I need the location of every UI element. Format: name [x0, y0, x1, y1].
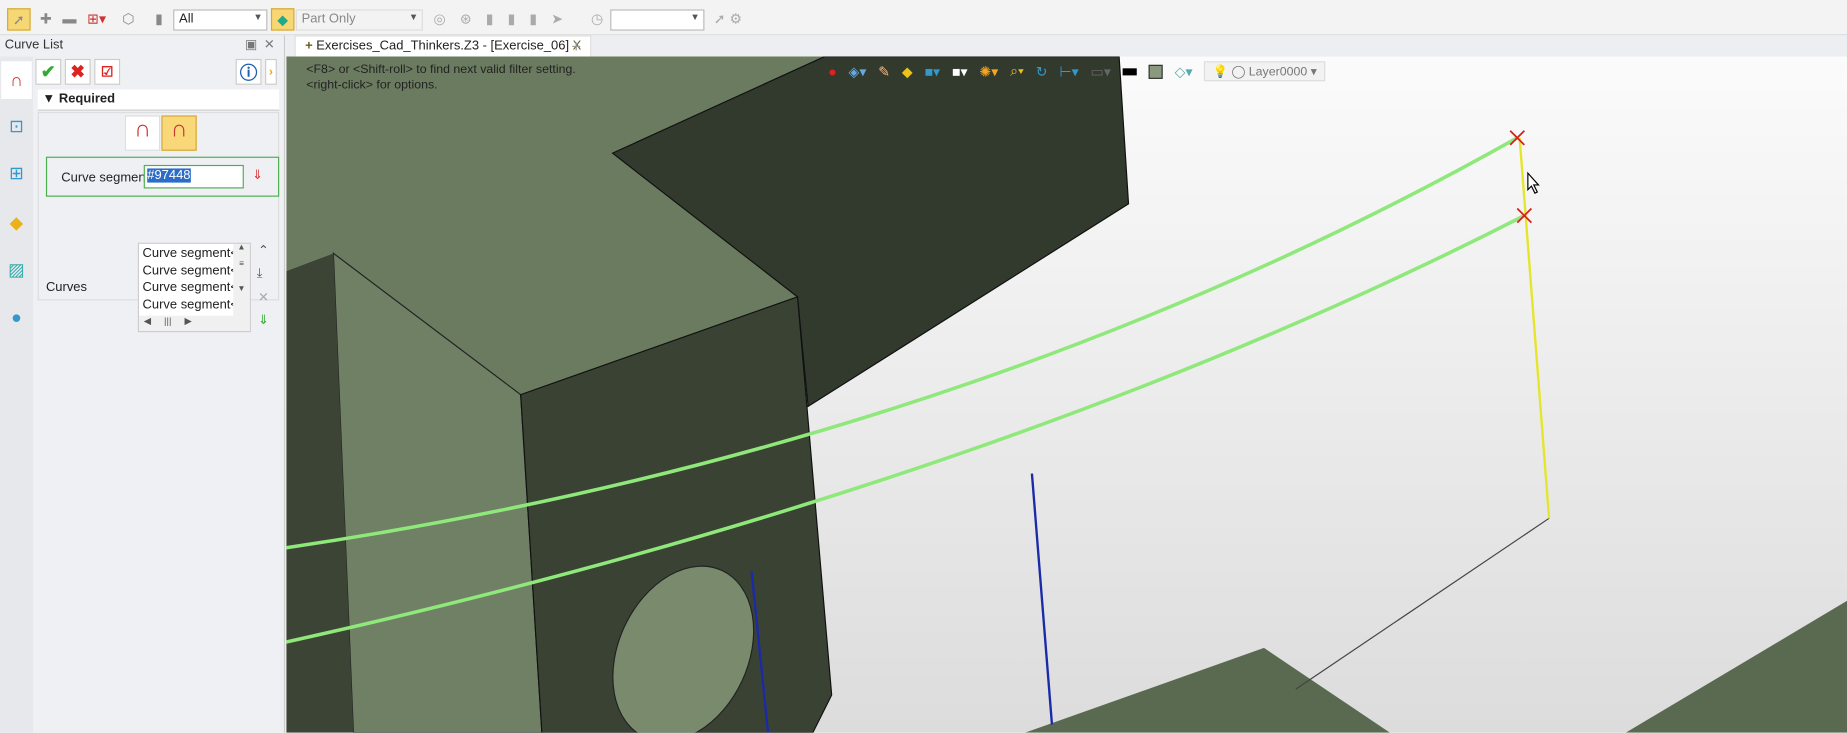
curve-segment-label: Curve segment: [61, 170, 150, 185]
ok-button[interactable]: ✔: [35, 58, 62, 85]
layer-stack-icon[interactable]: ◇▾: [1175, 63, 1193, 79]
pick-icon[interactable]: ⇓: [252, 167, 263, 182]
list-item[interactable]: Curve segment<0: [143, 245, 234, 262]
layer-value: Layer0000: [1248, 64, 1308, 79]
cancel-button[interactable]: ✖: [64, 58, 91, 85]
part-icon[interactable]: ◆: [4, 210, 30, 236]
curves-label: Curves: [45, 280, 87, 295]
required-section-header[interactable]: ▼ Required: [37, 89, 280, 111]
line-color-icon[interactable]: [1122, 67, 1137, 75]
pin-icon[interactable]: ▣: [245, 37, 257, 52]
top-toolbar: ➚ ✚ ▬ ⊞▾ ⬡ ▮ All ▼ ◆ Part Only ▼ ◎ ⊛ ▮ ▮ ▮ ➤ ◷ …: [0, 0, 1847, 36]
curve-segment-input[interactable]: #97448: [143, 164, 244, 189]
curve-list-panel: Curve List ▣ ✕ ∩ ⊡ ⊞ ◆ ▨ ● ✔ ✖ ☑ ⓘ › ▼ R…: [0, 35, 286, 733]
panel-title: Curve List: [4, 37, 64, 52]
display-icon[interactable]: ▭▾: [1091, 63, 1111, 79]
download-icon[interactable]: ⇓: [258, 312, 269, 327]
info-button[interactable]: ⓘ: [235, 58, 262, 85]
move-up-icon[interactable]: ⌃: [258, 243, 269, 258]
filter-select[interactable]: All ▼: [173, 9, 268, 31]
scope-value: Part Only: [301, 11, 356, 26]
add-icon[interactable]: ✚: [38, 9, 54, 28]
cube-icon[interactable]: ■▾: [952, 63, 968, 79]
close-panel-icon[interactable]: ✕: [264, 37, 275, 52]
sphere-icon[interactable]: ✺▾: [979, 63, 998, 79]
pick-filter-icon[interactable]: ⊞▾: [85, 9, 109, 28]
curves-list[interactable]: Curve segment<0 Curve segment<1 Curve se…: [137, 242, 251, 333]
list-item[interactable]: Curve segment<2: [143, 279, 234, 296]
list-item[interactable]: Curve segment<1: [143, 262, 234, 279]
extra-select[interactable]: ▼: [610, 9, 705, 31]
new-tab-button[interactable]: +: [571, 37, 581, 56]
single-curve-mode-icon[interactable]: ∩: [124, 115, 161, 151]
horizontal-scrollbar[interactable]: ◀ ||| ▶: [139, 315, 250, 332]
filter-value: All: [179, 11, 194, 26]
user-icon[interactable]: ●: [4, 304, 30, 330]
side-tabs: ∩ ⊡ ⊞ ◆ ▨ ●: [0, 56, 33, 733]
tab-exercise-06[interactable]: + Exercises_Cad_Thinkers.Z3 - [Exercise_…: [294, 35, 592, 57]
record-icon[interactable]: ●: [828, 63, 837, 79]
document-tabs: + Exercises_Cad_Thinkers.Z3 - [Exercise_…: [286, 35, 1847, 57]
snap-icons[interactable]: ◎ ⊛ ▮ ▮ ▮ ➤: [434, 9, 564, 28]
delete-icon[interactable]: ✕: [258, 290, 269, 305]
layer-select[interactable]: 💡 ◯ Layer0000 ▾: [1204, 61, 1326, 82]
face-color-icon[interactable]: [1148, 64, 1163, 79]
pointer-settings-icon[interactable]: ➚ ⚙: [710, 9, 745, 28]
collapse-icon: ▼: [42, 91, 59, 107]
scope-select[interactable]: Part Only ▼: [295, 9, 423, 31]
model-view[interactable]: [286, 56, 1847, 733]
shade-cube-icon[interactable]: ■▾: [925, 63, 941, 79]
hint-line-1: <F8> or <Shift-roll> to find next valid …: [306, 62, 576, 77]
select-tool-icon[interactable]: ➚: [7, 8, 31, 31]
dimension-icon[interactable]: ⊢▾: [1059, 63, 1078, 79]
apply-button[interactable]: ☑: [94, 58, 121, 85]
filter-icon[interactable]: ▮: [151, 9, 167, 28]
expand-button[interactable]: ›: [265, 58, 277, 85]
clock-icon[interactable]: ◷: [589, 9, 605, 28]
curve-list-tab-icon[interactable]: ∩: [1, 61, 32, 99]
required-section: ∩ ∩ Curve segment #97448 ⇓ Curves Curve …: [37, 111, 280, 333]
image-icon[interactable]: ▨: [4, 257, 30, 283]
import-icon[interactable]: ⤓: [257, 266, 263, 281]
hint-line-2: <right-click> for options.: [306, 77, 438, 92]
lasso-icon[interactable]: ⬡: [120, 9, 136, 28]
assembly-tree-icon[interactable]: ⊞: [4, 160, 30, 186]
hint-text: <F8> or <Shift-roll> to find next valid …: [306, 62, 576, 93]
list-item[interactable]: Curve segment<3: [143, 296, 234, 313]
minus-icon[interactable]: ▬: [61, 9, 77, 28]
history-tree-icon[interactable]: ⊡: [4, 113, 30, 139]
render-icon[interactable]: ◆: [902, 63, 913, 79]
view-orient-icon[interactable]: ◈▾: [848, 63, 866, 79]
tab-title: Exercises_Cad_Thinkers.Z3 - [Exercise_06…: [316, 38, 570, 54]
rotate-icon[interactable]: ↻: [1036, 63, 1048, 79]
section-label: Required: [58, 91, 116, 107]
curve-segment-value: #97448: [147, 168, 191, 183]
view-toolbar: ● ◈▾ ✎ ◆ ■▾ ■▾ ✺▾ ⌕▾ ↻ ⊢▾ ▭▾ ◇▾ 💡 ◯ Laye…: [828, 61, 1326, 82]
scope-icon[interactable]: ◆: [270, 8, 295, 31]
curve-segment-field-box: Curve segment #97448 ⇓: [45, 156, 280, 197]
chain-curve-mode-icon[interactable]: ∩: [161, 115, 197, 151]
zoom-icon[interactable]: ⌕▾: [1010, 62, 1024, 80]
pencil-icon[interactable]: ✎: [878, 63, 890, 79]
vertical-scrollbar[interactable]: ▲ ≡ ▼: [233, 243, 250, 317]
3d-viewport[interactable]: <F8> or <Shift-roll> to find next valid …: [286, 56, 1847, 733]
